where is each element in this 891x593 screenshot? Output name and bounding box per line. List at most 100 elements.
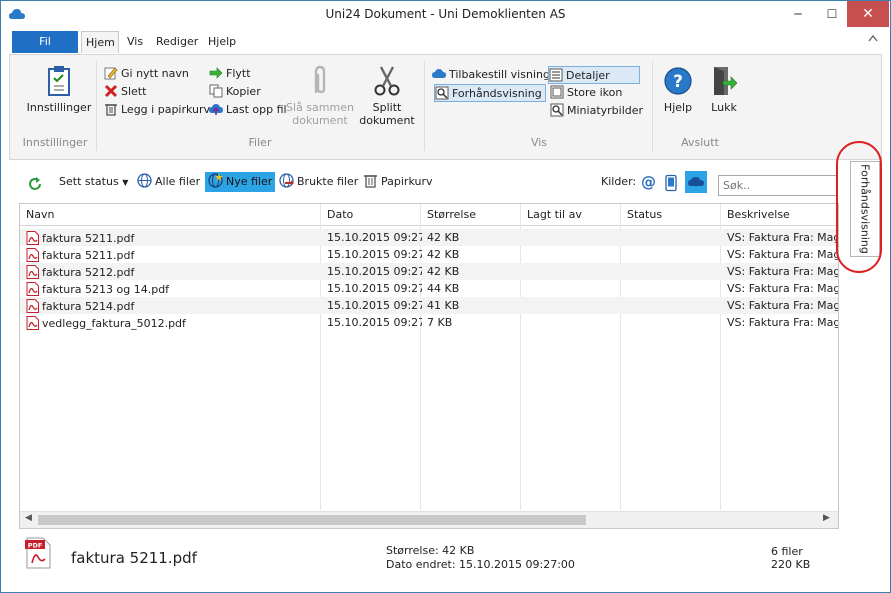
large-icons-label: Store ikon	[567, 86, 623, 99]
pdf-icon-label: PDF	[28, 542, 43, 550]
cell-text: VS: Faktura Fra: Magr	[727, 316, 839, 329]
detail-filename: faktura 5211.pdf	[71, 549, 197, 567]
tab-rediger[interactable]: Rediger	[152, 31, 202, 53]
set-status-dropdown[interactable]: Sett status ▼	[59, 172, 128, 192]
split-label-2: dokument	[359, 114, 415, 127]
merge-document-button[interactable]: Slå sammen dokument	[286, 65, 354, 127]
cell-text: vedlegg_faktura_5012.pdf	[42, 317, 186, 330]
col-header-date[interactable]: Dato	[327, 208, 353, 221]
cell-text: VS: Faktura Fra: Magr	[727, 231, 839, 244]
reset-view-icon	[432, 69, 446, 78]
preview-toggle[interactable]: Forhåndsvisning	[434, 84, 546, 102]
upload-label: Last opp fil	[226, 103, 287, 116]
trash-filter-label: Papirkurv	[381, 175, 433, 188]
group-label-vis: Vis	[530, 136, 548, 149]
col-header-status[interactable]: Status	[627, 208, 662, 221]
cell-text: VS: Faktura Fra: Magr	[727, 299, 839, 312]
cell-size: 41 KB	[427, 299, 522, 312]
minimize-button[interactable]: ─	[781, 1, 815, 27]
cell-size: 42 KB	[427, 248, 522, 261]
details-label: Detaljer	[566, 69, 610, 82]
close-app-button[interactable]: Lukk	[704, 65, 744, 114]
all-files-label: Alle filer	[155, 175, 201, 188]
col-header-size[interactable]: Størrelse	[427, 208, 476, 221]
thumbnails-button[interactable]: Miniatyrbilder	[550, 102, 643, 120]
cell-text: 15.10.2015 09:27	[327, 248, 422, 261]
scroll-thumb[interactable]	[38, 515, 586, 525]
col-header-added-by[interactable]: Lagt til av	[527, 208, 582, 221]
cell-text: 42 KB	[427, 265, 460, 278]
table-row[interactable]: faktura 5213 og 14.pdf 15.10.2015 09:27 44…	[20, 280, 838, 297]
ribbon-separator	[652, 61, 653, 151]
help-button[interactable]: ? Hjelp	[658, 65, 698, 114]
cell-text: 42 KB	[427, 231, 460, 244]
table-row[interactable]: faktura 5211.pdf 15.10.2015 09:27 42 KB VS:…	[20, 229, 838, 246]
innstillinger-button[interactable]: Innstillinger	[18, 65, 100, 114]
close-window-button[interactable]: ✕	[847, 1, 889, 27]
scroll-right-icon[interactable]: ▶	[823, 513, 830, 523]
table-row[interactable]: faktura 5212.pdf 15.10.2015 09:27 42 KB VS:…	[20, 263, 838, 280]
mobile-source-icon[interactable]	[665, 173, 677, 193]
upload-file-button[interactable]: Last opp fil	[209, 101, 287, 119]
refresh-icon[interactable]	[27, 174, 43, 194]
help-label: Hjelp	[663, 101, 693, 114]
filter-trash[interactable]: Papirkurv	[363, 172, 432, 192]
cell-desc: VS: Faktura Fra: Magr	[727, 316, 839, 329]
filter-used-files[interactable]: Brukte filer	[279, 172, 358, 192]
col-header-description[interactable]: Beskrivelse	[727, 208, 790, 221]
split-document-button[interactable]: Splitt dokument	[356, 65, 418, 127]
details-view-toggle[interactable]: Detaljer	[548, 66, 640, 84]
scroll-left-icon[interactable]: ◀	[25, 513, 32, 523]
tab-vis[interactable]: Vis	[123, 31, 147, 53]
trash-icon	[364, 175, 377, 188]
file-toolbar: Sett status ▼ Alle filer Nye filer Brukt…	[19, 170, 839, 194]
rename-label: Gi nytt navn	[121, 67, 189, 80]
table-row[interactable]: faktura 5214.pdf 15.10.2015 09:27 41 KB VS:…	[20, 297, 838, 314]
cell-text: 42 KB	[427, 248, 460, 261]
email-source-icon[interactable]: @	[641, 172, 656, 192]
used-files-label: Brukte filer	[297, 175, 359, 188]
delete-button[interactable]: Slett	[104, 83, 146, 101]
pdf-icon	[26, 299, 39, 313]
cell-desc: VS: Faktura Fra: Magr	[727, 231, 839, 244]
pdf-icon	[26, 231, 39, 245]
innstillinger-label: Innstillinger	[26, 101, 92, 114]
cloud-source-toggle[interactable]	[685, 171, 707, 193]
menu-fil[interactable]: Fil	[12, 31, 78, 53]
table-row[interactable]: vedlegg_faktura_5012.pdf 15.10.2015 09:27…	[20, 314, 838, 331]
large-icons-button[interactable]: Store ikon	[550, 84, 622, 102]
cell-name: faktura 5211.pdf	[26, 248, 316, 262]
move-to-trash-button[interactable]: Legg i papirkurv	[104, 101, 210, 119]
cell-text: faktura 5211.pdf	[42, 232, 135, 245]
table-row[interactable]: faktura 5211.pdf 15.10.2015 09:27 42 KB VS:…	[20, 246, 838, 263]
reset-view-button[interactable]: Tilbakestill visning	[432, 66, 550, 84]
cell-size: 42 KB	[427, 231, 522, 244]
col-header-name[interactable]: Navn	[26, 208, 54, 221]
rename-button[interactable]: Gi nytt navn	[104, 65, 189, 83]
scissors-icon	[374, 66, 400, 96]
app-window: Uni24 Dokument - Uni Demoklienten AS ─ ☐…	[0, 0, 891, 593]
search-input[interactable]	[718, 175, 838, 196]
cell-text: 7 KB	[427, 316, 453, 329]
cell-date: 15.10.2015 09:27	[327, 299, 422, 312]
cell-name: faktura 5212.pdf	[26, 265, 316, 279]
tab-hjem[interactable]: Hjem	[81, 31, 119, 53]
copy-label: Kopier	[226, 85, 261, 98]
cell-size: 44 KB	[427, 282, 522, 295]
merge-label-2: dokument	[292, 114, 348, 127]
chevron-up-icon[interactable]	[868, 34, 878, 42]
tab-hjelp[interactable]: Hjelp	[204, 31, 240, 53]
pdf-icon	[26, 282, 39, 296]
cell-date: 15.10.2015 09:27	[327, 282, 422, 295]
copy-icon	[209, 84, 223, 98]
copy-button[interactable]: Kopier	[209, 83, 261, 101]
rename-icon	[104, 67, 118, 80]
cell-name: vedlegg_faktura_5012.pdf	[26, 316, 316, 330]
filter-new-files[interactable]: Nye filer	[205, 172, 276, 192]
filter-all-files[interactable]: Alle filer	[137, 172, 200, 192]
delete-label: Slett	[121, 85, 147, 98]
horizontal-scrollbar[interactable]: ◀ ▶	[20, 511, 838, 528]
cell-text: faktura 5214.pdf	[42, 300, 135, 313]
maximize-button[interactable]: ☐	[815, 1, 849, 27]
move-button[interactable]: Flytt	[209, 65, 251, 83]
